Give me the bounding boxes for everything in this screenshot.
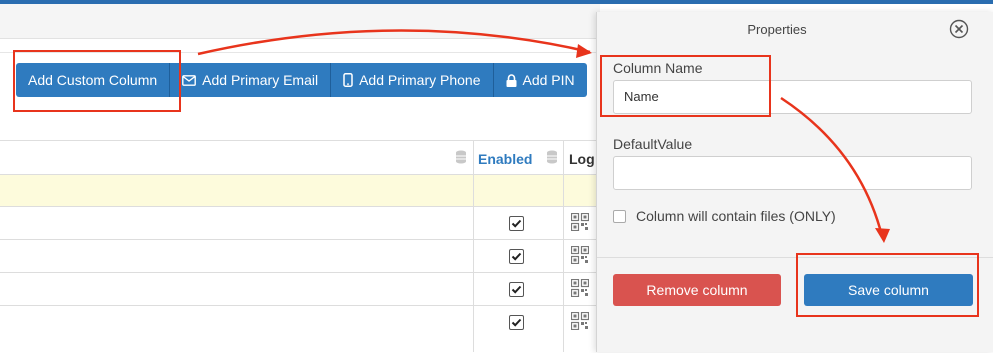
enabled-checkbox[interactable] [509, 282, 524, 297]
column-name-label: Column Name [613, 60, 703, 76]
add-primary-phone-button[interactable]: Add Primary Phone [331, 63, 494, 97]
add-pin-label: Add PIN [522, 72, 575, 88]
enabled-checkbox[interactable] [509, 249, 524, 264]
properties-panel: Properties Column Name Name DefaultValue… [596, 12, 993, 352]
column-divider [563, 141, 564, 352]
enabled-checkbox[interactable] [509, 315, 524, 330]
divider [0, 52, 600, 53]
default-value-field[interactable] [613, 156, 972, 190]
column-name-field[interactable]: Name [613, 80, 972, 114]
qr-code-icon[interactable] [570, 278, 590, 298]
enabled-checkbox[interactable] [509, 216, 524, 231]
envelope-icon [182, 74, 197, 86]
add-primary-email-button[interactable]: Add Primary Email [170, 63, 332, 97]
remove-column-button[interactable]: Remove column [613, 274, 781, 306]
column-divider [473, 141, 474, 352]
column-menu-icon[interactable] [546, 150, 558, 164]
panel-divider [597, 257, 993, 258]
column-header-enabled[interactable]: Enabled [478, 151, 532, 167]
panel-title: Properties [747, 22, 807, 37]
files-only-checkbox[interactable] [613, 210, 626, 223]
toolbar: Add Custom Column Add Primary Email Add … [16, 63, 587, 97]
add-primary-email-label: Add Primary Email [202, 72, 319, 88]
add-custom-column-button[interactable]: Add Custom Column [16, 63, 171, 97]
add-pin-button[interactable]: Add PIN [493, 63, 587, 97]
qr-code-icon[interactable] [570, 311, 590, 331]
files-only-label: Column will contain files (ONLY) [636, 208, 836, 224]
close-icon[interactable] [949, 19, 969, 39]
mobile-phone-icon [343, 73, 353, 87]
add-primary-phone-label: Add Primary Phone [359, 72, 481, 88]
qr-code-icon[interactable] [570, 212, 590, 232]
add-custom-column-label: Add Custom Column [28, 72, 158, 88]
column-menu-icon[interactable] [455, 150, 467, 164]
default-value-label: DefaultValue [613, 136, 693, 152]
filter-row[interactable] [0, 174, 600, 207]
qr-code-icon[interactable] [570, 245, 590, 265]
header-strip [0, 4, 600, 39]
save-column-button[interactable]: Save column [804, 274, 973, 306]
column-header-log[interactable]: Log [569, 151, 595, 167]
lock-icon [506, 73, 517, 87]
